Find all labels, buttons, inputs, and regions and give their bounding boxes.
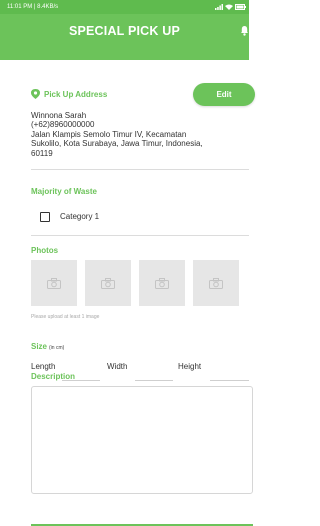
pickup-address-label: Pick Up Address (44, 90, 108, 99)
majority-of-waste-label: Majority of Waste (31, 187, 97, 196)
address-block: Winnona Sarah (+62)8960000000 Jalan Klam… (31, 111, 246, 158)
address-line-1: Jalan Klampis Semolo Timur IV, Kecamatan (31, 129, 187, 139)
status-bar: 11:01 PM | 8.4KB/s (0, 0, 249, 14)
divider (31, 235, 249, 236)
height-input[interactable] (210, 380, 249, 381)
page-title: SPECIAL PICK UP (68, 24, 181, 38)
camera-icon (155, 277, 169, 289)
photo-upload-slot-1[interactable] (31, 260, 77, 306)
camera-icon (209, 277, 223, 289)
wifi-icon (225, 4, 233, 10)
photos-label: Photos (31, 246, 59, 255)
photo-upload-hint: Please upload at least 1 image (31, 314, 100, 320)
edit-button[interactable]: Edit (193, 83, 255, 106)
signal-icon (215, 4, 223, 10)
camera-icon (47, 277, 61, 289)
battery-icon (235, 4, 246, 10)
divider (31, 169, 249, 170)
width-input[interactable] (135, 380, 173, 381)
location-pin-icon (31, 89, 40, 99)
photo-upload-slot-4[interactable] (193, 260, 239, 306)
app-bar: SPECIAL PICK UP (0, 14, 249, 62)
category-label[interactable]: Category 1 (60, 212, 99, 221)
photo-upload-slot-2[interactable] (85, 260, 131, 306)
size-unit: (in cm) (49, 345, 65, 351)
size-label: Size (in cm) (31, 342, 64, 351)
description-label: Description (31, 372, 76, 381)
photo-upload-slot-3[interactable] (139, 260, 185, 306)
status-time: 11:01 PM | 8.4KB/s (7, 4, 59, 10)
recipient-name: Winnona Sarah (31, 111, 87, 120)
status-icons (215, 4, 246, 10)
form-content: Pick Up Address Edit Winnona Sarah (+62)… (0, 60, 255, 526)
address-line-2: Sukolilo, Kota Surabaya, Jawa Timur, Ind… (31, 139, 203, 149)
bell-icon[interactable] (240, 25, 249, 36)
width-label: Width (107, 362, 128, 371)
camera-icon (101, 277, 115, 289)
size-title: Size (31, 342, 48, 351)
height-label: Height (178, 362, 202, 371)
recipient-phone: (+62)8960000000 (31, 120, 95, 130)
length-label: Length (31, 362, 56, 371)
postal-code: 60119 (31, 148, 53, 158)
category-checkbox[interactable] (40, 212, 50, 222)
description-input[interactable] (31, 386, 253, 494)
